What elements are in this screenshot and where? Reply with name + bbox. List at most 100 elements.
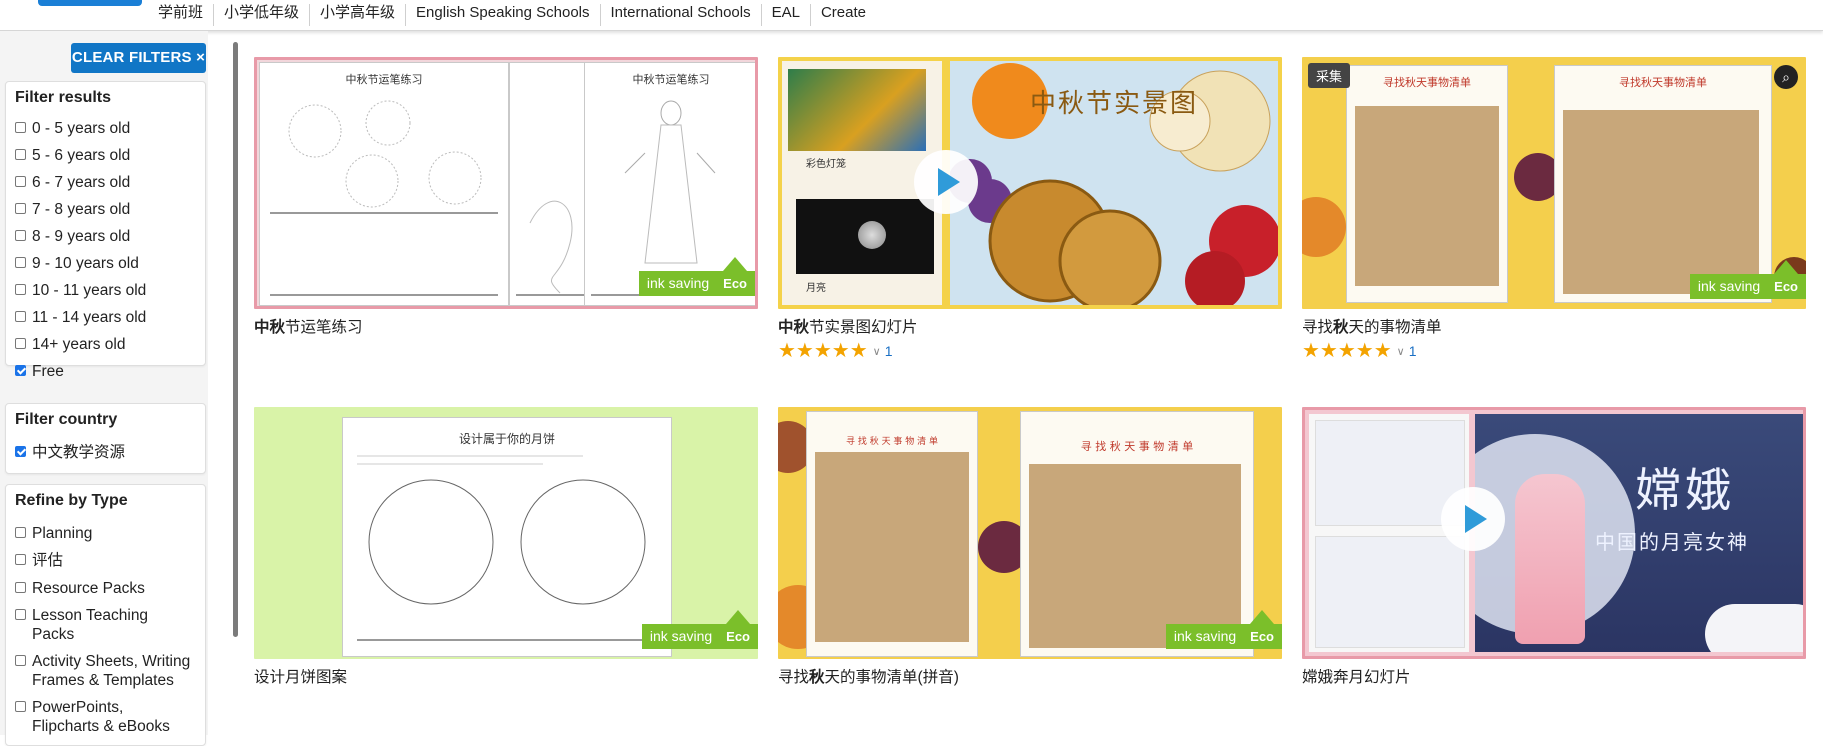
resource-title[interactable]: 中秋节实景图幻灯片 (778, 315, 918, 337)
nav-link-preschool[interactable]: 学前班 (148, 4, 215, 26)
resource-card[interactable]: 彩色灯笼 月亮 中秋节实景图 中秋节实景图幻灯片 ★★★★★ ∨ 1 (778, 57, 1282, 361)
play-icon[interactable] (914, 150, 978, 214)
nav-link-international-schools[interactable]: International Schools (601, 4, 762, 26)
chang-e-figure (1515, 474, 1585, 644)
resource-title[interactable]: 设计月饼图案 (254, 665, 347, 687)
play-icon[interactable] (1441, 487, 1505, 551)
filter-option-age-5-6[interactable]: 5 - 6 years old (15, 146, 130, 165)
star-rating[interactable]: ★★★★★ ∨ 1 (1302, 341, 1417, 361)
option-label: 14+ years old (32, 336, 126, 353)
filter-option-age-8-9[interactable]: 8 - 9 years old (15, 227, 130, 246)
option-label: 7 - 8 years old (32, 201, 131, 218)
resource-thumbnail[interactable]: 中秋节运笔练习 中秋节运笔练习 ink saving Eco (254, 57, 758, 309)
resource-title[interactable]: 寻找秋天的事物清单 (1302, 315, 1442, 337)
checkbox[interactable] (15, 149, 26, 160)
chevron-down-icon[interactable]: ∨ (873, 345, 881, 358)
type-option-lesson-teaching-packs[interactable]: Lesson Teaching Packs (15, 606, 185, 644)
resource-thumbnail[interactable]: 彩色灯笼 月亮 中秋节实景图 (778, 57, 1282, 309)
nav-link-english-speaking-schools[interactable]: English Speaking Schools (406, 4, 601, 26)
type-option-planning[interactable]: Planning (15, 524, 92, 543)
chevron-down-icon[interactable]: ∨ (1397, 345, 1405, 358)
filter-results-panel: Filter results 0 - 5 years old 5 - 6 yea… (5, 81, 206, 380)
filter-country-panel: Filter country 中文教学资源 (5, 403, 206, 474)
checkbox[interactable] (15, 701, 26, 712)
type-option-resource-packs[interactable]: Resource Packs (15, 579, 145, 598)
rating-count[interactable]: 1 (1409, 343, 1417, 359)
checkbox[interactable] (15, 257, 26, 268)
checkbox[interactable] (15, 311, 26, 322)
filter-option-chinese-resources[interactable]: 中文教学资源 (15, 443, 125, 462)
star-rating[interactable]: ★★★★★ ∨ 1 (778, 341, 893, 361)
cloud-shape (1705, 604, 1803, 652)
eco-leaf-icon: Eco (717, 257, 755, 296)
resource-title[interactable]: 寻找秋天的事物清单(拼音) (778, 665, 959, 687)
filter-option-age-7-8[interactable]: 7 - 8 years old (15, 200, 130, 219)
filter-option-free[interactable]: Free (15, 362, 64, 381)
filter-option-age-9-10[interactable]: 9 - 10 years old (15, 254, 139, 273)
option-label: 6 - 7 years old (32, 174, 131, 191)
checkbox[interactable] (15, 655, 26, 666)
checkbox[interactable] (15, 176, 26, 187)
type-option-activity-sheets[interactable]: Activity Sheets, Writing Frames & Templa… (15, 652, 205, 690)
worksheet-title: 寻找秋天事物清单 (1383, 76, 1471, 89)
rating-count[interactable]: 1 (885, 343, 893, 359)
filter-results-heading: Filter results (15, 89, 112, 106)
checkbox[interactable] (15, 527, 26, 538)
sidebar-scrollbar[interactable] (233, 42, 238, 637)
resource-thumbnail[interactable]: 寻找秋天事物清单 寻找秋天事物清单 采集 ⌕ ink saving Eco (1302, 57, 1806, 309)
nav-active-tab[interactable] (38, 0, 142, 6)
slide-title-panel: 中秋节实景图 (950, 61, 1278, 305)
checkbox[interactable] (15, 338, 26, 349)
slide-title-text: 嫦娥 (1635, 463, 1735, 517)
checkbox[interactable] (15, 554, 26, 565)
clear-filters-button[interactable]: CLEAR FILTERS × (71, 43, 206, 73)
checkbox[interactable] (15, 609, 26, 620)
checkbox[interactable] (15, 203, 26, 214)
resource-thumbnail[interactable]: 寻 找 秋 天 事 物 清 单 寻 找 秋 天 事 物 清 单 ink savi… (778, 407, 1282, 659)
nav-link-create[interactable]: Create (811, 4, 876, 26)
worksheet-title: 寻 找 秋 天 事 物 清 单 (1080, 440, 1194, 453)
type-option-powerpoints[interactable]: PowerPoints, Flipcharts & eBooks (15, 698, 185, 736)
filter-option-age-6-7[interactable]: 6 - 7 years old (15, 173, 130, 192)
option-label: 10 - 11 years old (32, 282, 147, 299)
nav-link-eal[interactable]: EAL (762, 4, 811, 26)
worksheet-page: 设计属于你的月饼 (342, 417, 672, 657)
moon-icon (858, 221, 886, 249)
option-label: 8 - 9 years old (32, 228, 131, 245)
checkbox[interactable] (15, 122, 26, 133)
resource-card[interactable]: 寻找秋天事物清单 寻找秋天事物清单 采集 ⌕ ink saving Eco 寻找秋… (1302, 57, 1806, 361)
eco-badge: ink saving Eco (641, 610, 758, 649)
collection-badge[interactable]: 采集 (1308, 63, 1351, 88)
resource-thumbnail[interactable]: 嫦娥 中国的月亮女神 (1302, 407, 1806, 659)
filter-option-age-11-14[interactable]: 11 - 14 years old (15, 308, 146, 327)
resource-card[interactable]: 嫦娥 中国的月亮女神 嫦娥奔月幻灯片 (1302, 407, 1806, 686)
worksheet-title: 寻 找 秋 天 事 物 清 单 (845, 437, 939, 447)
checkbox-checked[interactable] (15, 365, 26, 376)
ink-saving-label: ink saving (641, 624, 721, 649)
resource-card[interactable]: 寻 找 秋 天 事 物 清 单 寻 找 秋 天 事 物 清 单 ink savi… (778, 407, 1282, 686)
resource-title[interactable]: 嫦娥奔月幻灯片 (1302, 665, 1411, 687)
checkbox[interactable] (15, 582, 26, 593)
mooncake-design-circles (357, 455, 657, 641)
nav-link-lower-primary[interactable]: 小学低年级 (214, 4, 311, 26)
resource-thumbnail[interactable]: 设计属于你的月饼 ink saving Eco (254, 407, 758, 659)
checkbox[interactable] (15, 284, 26, 295)
checkbox[interactable] (15, 230, 26, 241)
type-option-assessment[interactable]: 评估 (15, 551, 63, 570)
checklist-page: 寻找秋天事物清单 (1346, 65, 1508, 303)
filter-option-age-0-5[interactable]: 0 - 5 years old (15, 119, 130, 138)
moon-photo (796, 199, 934, 274)
filter-option-age-14-plus[interactable]: 14+ years old (15, 335, 126, 354)
filter-option-age-10-11[interactable]: 10 - 11 years old (15, 281, 146, 300)
nav-link-upper-primary[interactable]: 小学高年级 (310, 4, 407, 26)
option-label: Planning (32, 525, 93, 542)
refine-by-type-heading: Refine by Type (15, 492, 128, 509)
resource-card[interactable]: 中秋节运笔练习 中秋节运笔练习 ink saving Eco 中秋节运笔练习 (254, 57, 758, 336)
checklist-page: 寻 找 秋 天 事 物 清 单 (1020, 411, 1254, 657)
checkbox-checked[interactable] (15, 446, 26, 457)
resource-card[interactable]: 设计属于你的月饼 ink saving Eco 设计月饼图案 (254, 407, 758, 686)
zoom-icon[interactable]: ⌕ (1774, 65, 1798, 89)
slide-thumbnail (1315, 536, 1465, 648)
slide-title-panel: 嫦娥 中国的月亮女神 (1475, 414, 1803, 652)
resource-title[interactable]: 中秋节运笔练习 (254, 315, 363, 337)
